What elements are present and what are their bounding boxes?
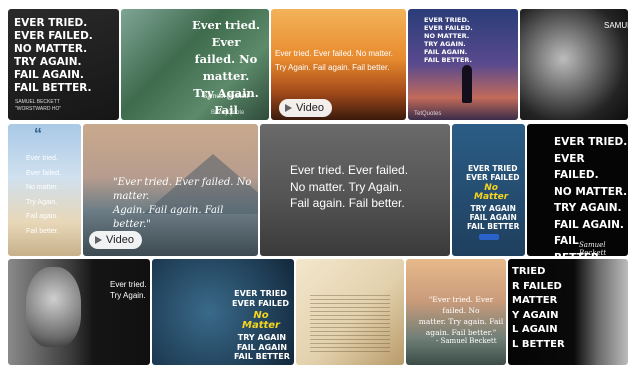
quote-line: Fail again.: [26, 213, 59, 221]
book-lines: [310, 295, 390, 355]
quote-line: No matter.: [26, 184, 59, 192]
image-result-4[interactable]: EVER TRIED. EVER FAILED. NO MATTER. TRY …: [408, 9, 518, 120]
quote-text: Ever tried. Ever failed. No matter. Try …: [290, 163, 409, 210]
image-result-12[interactable]: EVER TRIED EVER FAILED No Matter TRY AGA…: [152, 259, 294, 365]
quote-text: EVER TRIED. EVER FAILED. NO MATTER. TRY …: [14, 17, 93, 94]
quote-lines: Ever tried. Ever failed. No matter. Try …: [26, 152, 61, 240]
image-result-13[interactable]: [296, 259, 404, 365]
quote-top: EVER TRIED EVER FAILED: [232, 289, 289, 308]
quote-highlight: No Matter: [242, 310, 280, 331]
author-text: Samuel Beckett: [203, 93, 249, 100]
image-result-10[interactable]: EVER TRIED. EVER FAILED. NO MATTER. TRY …: [527, 124, 628, 256]
watermark: BrainyQuote: [211, 110, 245, 116]
quote-line: Ever failed.: [26, 169, 62, 177]
quote-bottom: TRY AGAIN FAIL AGAIN FAIL BETTER: [467, 204, 520, 231]
image-result-3[interactable]: Ever tried. Ever failed. No matter. Try …: [271, 9, 406, 120]
quote-icon: “: [34, 126, 42, 143]
image-result-15[interactable]: TRIED R FAILED MATTER Y AGAIN L AGAIN L …: [508, 259, 628, 365]
image-result-5[interactable]: SAMUEL: [520, 9, 628, 120]
author-text: Samuel Beckett: [579, 241, 607, 256]
portrait-shape: [26, 267, 81, 347]
image-result-14[interactable]: "Ever tried. Ever failed. No matter. Try…: [406, 259, 506, 365]
play-icon: [95, 236, 102, 244]
author-text: SAMUEL: [604, 21, 628, 30]
quote-text: TRIED R FAILED MATTER Y AGAIN L AGAIN L …: [512, 266, 565, 350]
image-result-11[interactable]: Ever tried. Try Again.: [8, 259, 150, 365]
quote-text: Ever tried. Ever failed. No matter. Try …: [275, 49, 393, 72]
quote-line: Ever tried.: [26, 155, 58, 162]
image-result-6[interactable]: “ Ever tried. Ever failed. No matter. Tr…: [8, 124, 81, 256]
quote-text: "Ever tried. Ever failed. No matter. Try…: [418, 295, 504, 337]
author-text: - Samuel Beckett: [436, 337, 497, 345]
quote-text: Ever tried. Try Again.: [110, 280, 147, 300]
quote-text: EVER TRIED. EVER FAILED. NO MATTER. TRY …: [554, 136, 628, 256]
quote-text: Ever tried. Ever failed. No matter. Try …: [192, 18, 260, 117]
watermark: TetQuotes: [414, 111, 442, 117]
image-result-1[interactable]: EVER TRIED. EVER FAILED. NO MATTER. TRY …: [8, 9, 119, 120]
video-label: Video: [296, 102, 324, 114]
quote-text: "Ever tried. Ever failed. No matter. Aga…: [113, 177, 252, 230]
quote-line: Fail better.: [26, 227, 59, 235]
image-result-8[interactable]: Ever tried. Ever failed. No matter. Try …: [260, 124, 450, 256]
video-label: Video: [106, 234, 134, 246]
image-results-grid: EVER TRIED. EVER FAILED. NO MATTER. TRY …: [0, 0, 628, 365]
quote-top: EVER TRIED EVER FAILED: [466, 164, 520, 182]
quote-highlight: No Matter: [474, 183, 509, 202]
read-more-button: [479, 234, 499, 240]
quote-bottom: TRY AGAIN FAIL AGAIN FAIL BETTER: [234, 333, 290, 361]
video-badge: Video: [89, 231, 142, 249]
image-result-9[interactable]: EVER TRIED EVER FAILED No Matter TRY AGA…: [452, 124, 525, 256]
silhouette: [462, 65, 472, 103]
quote-line: Try Again.: [26, 198, 58, 206]
play-icon: [285, 104, 292, 112]
video-badge: Video: [279, 99, 332, 117]
image-result-2[interactable]: Ever tried. Ever failed. No matter. Try …: [121, 9, 269, 120]
author-text: SAMUEL BECKETT "WORSTWARD HO": [15, 99, 62, 112]
quote-text: EVER TRIED. EVER FAILED. NO MATTER. TRY …: [424, 16, 473, 64]
image-result-7[interactable]: "Ever tried. Ever failed. No matter. Aga…: [83, 124, 258, 256]
